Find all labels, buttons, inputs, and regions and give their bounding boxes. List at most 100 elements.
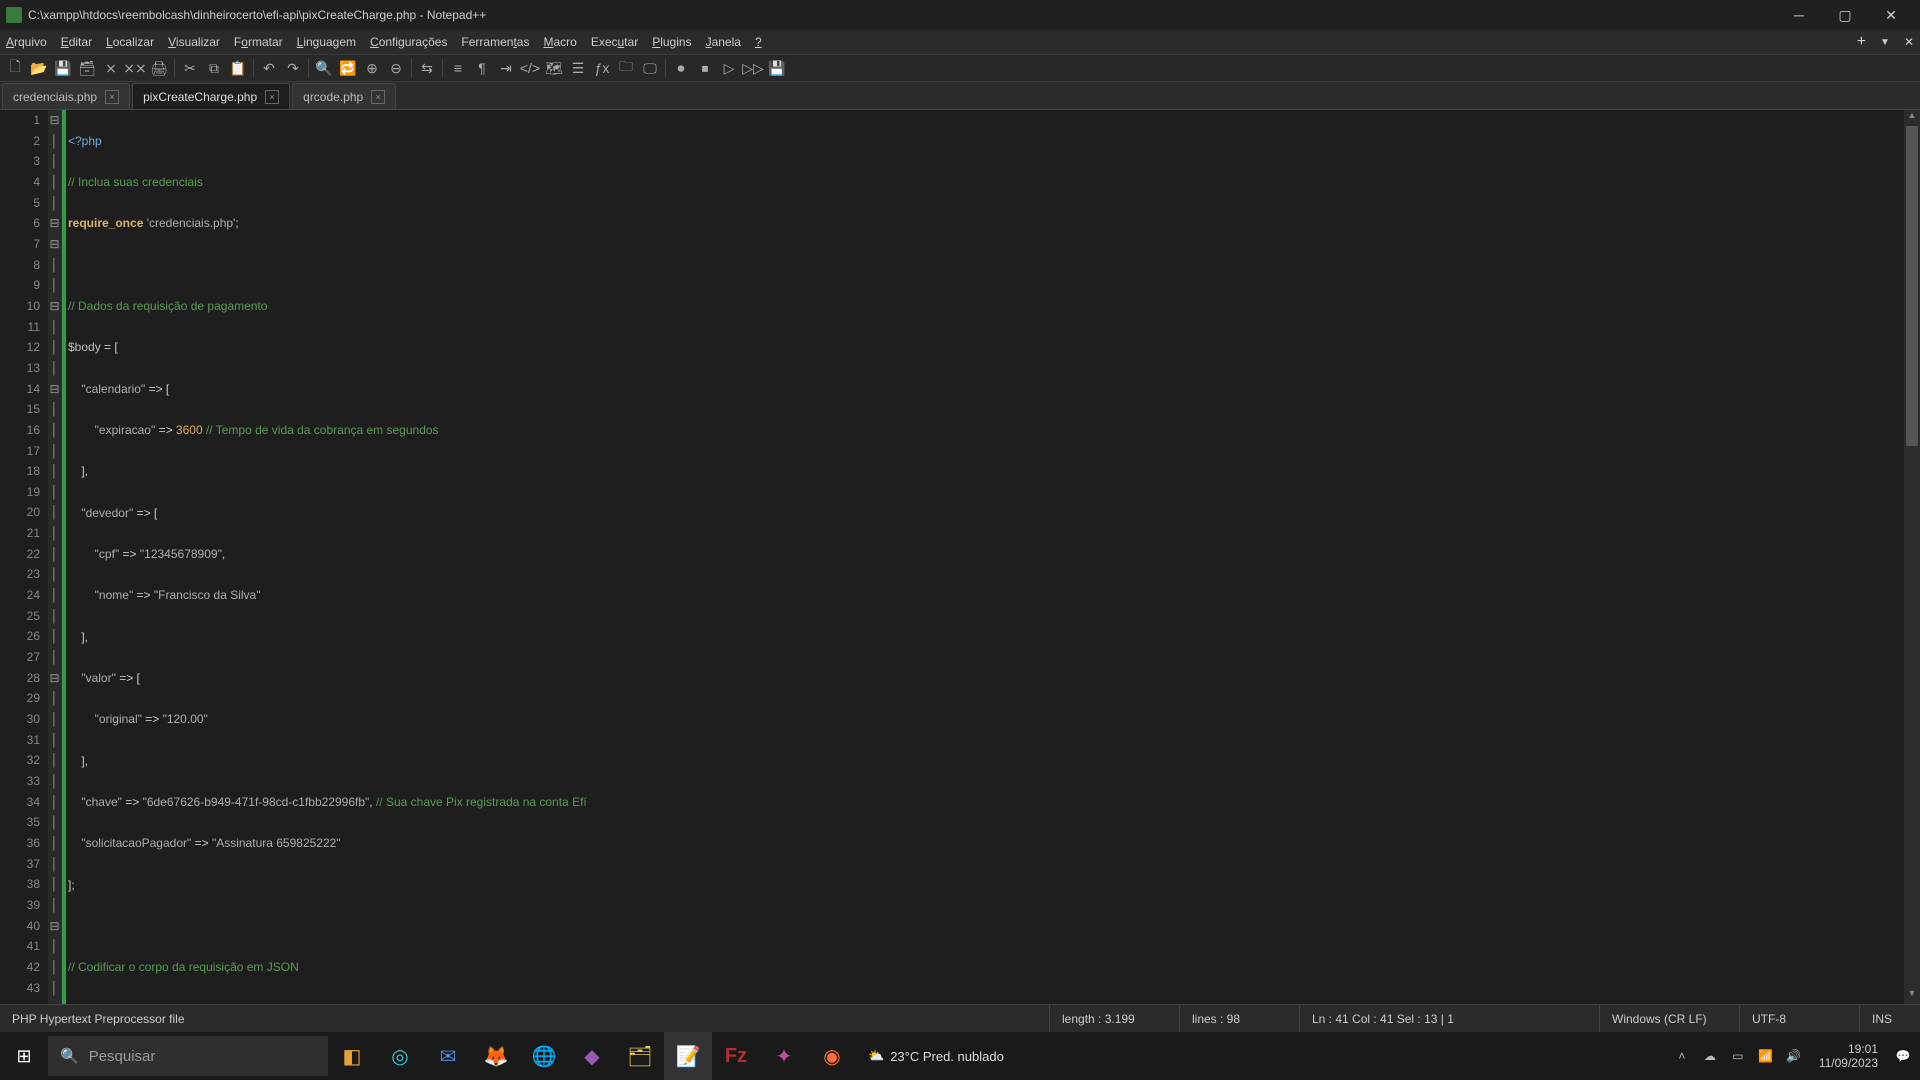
app1-icon[interactable]: ✦: [760, 1032, 808, 1080]
menu-plugins[interactable]: Plugins: [652, 35, 691, 49]
filezilla-icon[interactable]: Fz: [712, 1032, 760, 1080]
undo-icon[interactable]: ↶: [258, 57, 280, 79]
doclist-icon[interactable]: ☰: [567, 57, 589, 79]
minimize-button[interactable]: ─: [1776, 0, 1822, 30]
clock[interactable]: 19:01 11/09/2023: [1811, 1042, 1886, 1070]
map-icon[interactable]: 🗺: [543, 57, 565, 79]
indent-icon[interactable]: ⇥: [495, 57, 517, 79]
window-title: C:\xampp\htdocs\reembolcash\dinheirocert…: [28, 8, 486, 22]
saveall-icon[interactable]: 🗃: [76, 57, 98, 79]
tab-close-icon[interactable]: ×: [265, 90, 279, 104]
weather-icon: ⛅: [868, 1048, 884, 1064]
close-tab-icon[interactable]: ⨯: [100, 57, 122, 79]
new-icon[interactable]: 🗋: [4, 57, 26, 79]
menu-janela[interactable]: Janela: [706, 35, 741, 49]
menu-ferramentas[interactable]: Ferramentas: [461, 35, 529, 49]
func-icon[interactable]: ƒx: [591, 57, 613, 79]
chevron-up-icon[interactable]: ˄: [1671, 1049, 1693, 1063]
tab-credenciais[interactable]: credenciais.php ×: [2, 83, 130, 109]
titlebar: C:\xampp\htdocs\reembolcash\dinheirocert…: [0, 0, 1920, 30]
wifi-icon[interactable]: 📶: [1755, 1049, 1777, 1063]
ff-icon[interactable]: ▷▷: [742, 57, 764, 79]
tabbar: credenciais.php × pixCreateCharge.php × qr…: [0, 82, 1920, 110]
closeall-icon[interactable]: ⨯⨯: [124, 57, 146, 79]
menu-visualizar[interactable]: Visualizar: [168, 35, 220, 49]
weather-widget[interactable]: ⛅ 23°C Pred. nublado: [868, 1048, 1004, 1064]
explorer-icon[interactable]: 🗂: [616, 1032, 664, 1080]
menu-linguagem[interactable]: Linguagem: [297, 35, 356, 49]
php-open-tag: <?php: [68, 131, 102, 152]
save-icon[interactable]: 💾: [52, 57, 74, 79]
monitor-icon[interactable]: 🖵: [639, 57, 661, 79]
weather-text: 23°C Pred. nublado: [890, 1049, 1004, 1064]
record-icon[interactable]: ⏺: [670, 57, 692, 79]
battery-icon[interactable]: ▭: [1727, 1049, 1749, 1063]
menu-configuracoes[interactable]: Configurações: [370, 35, 447, 49]
edge-icon[interactable]: ◎: [376, 1032, 424, 1080]
menu-tri[interactable]: ▼: [1880, 37, 1890, 48]
zoomin-icon[interactable]: ⊕: [361, 57, 383, 79]
pilcrow-icon[interactable]: ¶: [471, 57, 493, 79]
search-box[interactable]: 🔍 Pesquisar: [48, 1036, 328, 1076]
notifications-icon[interactable]: 💬: [1892, 1049, 1914, 1063]
replace-icon[interactable]: 🔁: [337, 57, 359, 79]
tab-qrcode[interactable]: qrcode.php×: [292, 83, 396, 109]
menu-localizar[interactable]: Localizar: [106, 35, 154, 49]
scroll-down-icon[interactable]: ▼: [1904, 988, 1920, 1004]
onedrive-icon[interactable]: ☁: [1699, 1049, 1721, 1063]
scroll-thumb[interactable]: [1906, 126, 1918, 446]
mail-icon[interactable]: ✉: [424, 1032, 472, 1080]
print-icon[interactable]: 🖨: [148, 57, 170, 79]
postman-icon[interactable]: ◉: [808, 1032, 856, 1080]
savemacro-icon[interactable]: 💾: [766, 57, 788, 79]
tab-close-icon[interactable]: ×: [371, 90, 385, 104]
editor[interactable]: 1234567891011121314151617181920212223242…: [0, 110, 1920, 1018]
search-placeholder: Pesquisar: [89, 1048, 156, 1065]
status-ins: INS: [1860, 1005, 1920, 1032]
volume-icon[interactable]: 🔊: [1783, 1049, 1805, 1063]
clock-time: 19:01: [1819, 1042, 1878, 1056]
stop-icon[interactable]: ⏹: [694, 57, 716, 79]
copy-icon[interactable]: ⧉: [203, 57, 225, 79]
folder-icon[interactable]: 🗀: [615, 57, 637, 79]
redo-icon[interactable]: ↷: [282, 57, 304, 79]
maximize-button[interactable]: ▢: [1822, 0, 1868, 30]
system-tray[interactable]: ˄ ☁ ▭ 📶 🔊 19:01 11/09/2023 💬: [1671, 1042, 1920, 1070]
fold-column[interactable]: ⊟││││⊟⊟││⊟│││⊟│││││││││││││⊟│││││││││││⊟…: [48, 110, 62, 1018]
tab-label: pixCreateCharge.php: [143, 90, 257, 104]
scroll-up-icon[interactable]: ▲: [1904, 110, 1920, 126]
menu-plus[interactable]: +: [1857, 33, 1866, 51]
menu-macro[interactable]: Macro: [543, 35, 576, 49]
tab-label: credenciais.php: [13, 90, 97, 104]
menu-arquivo[interactable]: Arquivo: [6, 35, 47, 49]
wrap-icon[interactable]: ≡: [447, 57, 469, 79]
menu-x[interactable]: ✕: [1904, 35, 1914, 49]
start-button[interactable]: ⊞: [0, 1032, 48, 1080]
zoomout-icon[interactable]: ⊖: [385, 57, 407, 79]
menu-executar[interactable]: Executar: [591, 35, 638, 49]
menu-formatar[interactable]: Formatar: [234, 35, 283, 49]
chrome-icon[interactable]: 🌐: [520, 1032, 568, 1080]
menubar: Arquivo Editar Localizar Visualizar Form…: [0, 30, 1920, 54]
taskview-icon[interactable]: ◧: [328, 1032, 376, 1080]
tab-close-icon[interactable]: ×: [105, 90, 119, 104]
notepadpp-icon[interactable]: 📝: [664, 1032, 712, 1080]
find-icon[interactable]: 🔍: [313, 57, 335, 79]
brave-icon[interactable]: ◆: [568, 1032, 616, 1080]
statusbar: PHP Hypertext Preprocessor file length :…: [0, 1004, 1920, 1032]
cut-icon[interactable]: ✂: [179, 57, 201, 79]
search-icon: 🔍: [60, 1047, 79, 1065]
vertical-scrollbar[interactable]: ▲ ▼: [1904, 110, 1920, 1004]
play-icon[interactable]: ▷: [718, 57, 740, 79]
menu-help[interactable]: ?: [755, 35, 762, 49]
code-area[interactable]: <?php // Inclua suas credenciais require…: [66, 110, 1920, 1018]
toolbar: 🗋 📂 💾 🗃 ⨯ ⨯⨯ 🖨 ✂ ⧉ 📋 ↶ ↷ 🔍 🔁 ⊕ ⊖ ⇆ ≡ ¶ ⇥…: [0, 54, 1920, 82]
menu-editar[interactable]: Editar: [61, 35, 92, 49]
open-icon[interactable]: 📂: [28, 57, 50, 79]
paste-icon[interactable]: 📋: [227, 57, 249, 79]
firefox-icon[interactable]: 🦊: [472, 1032, 520, 1080]
tab-pixcreatecharge[interactable]: pixCreateCharge.php ×: [132, 83, 290, 109]
code-icon[interactable]: </>: [519, 57, 541, 79]
sync-icon[interactable]: ⇆: [416, 57, 438, 79]
close-button[interactable]: ✕: [1868, 0, 1914, 30]
